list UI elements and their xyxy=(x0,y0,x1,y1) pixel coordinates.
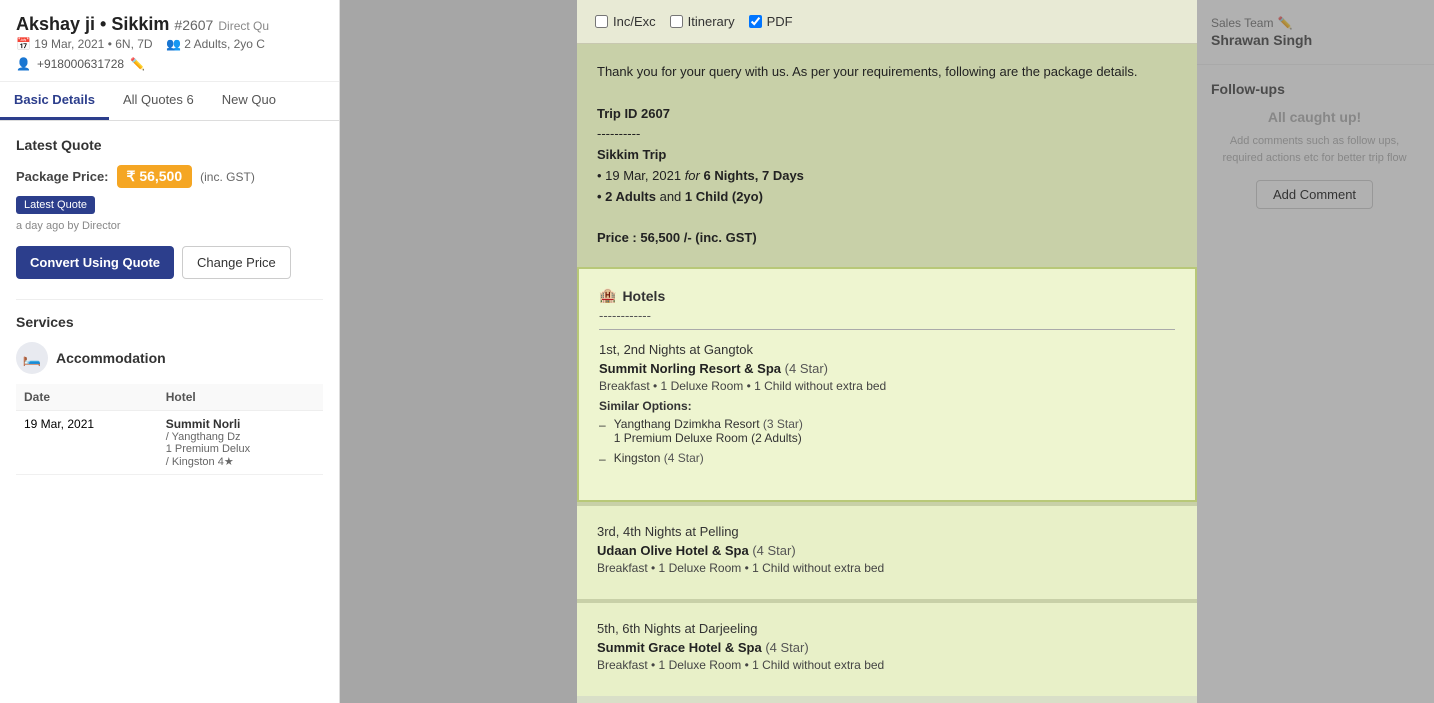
tab-new-quote[interactable]: New Quo xyxy=(208,82,290,120)
hotel-main-1: Summit Norling Resort & Spa (4 Star) xyxy=(599,361,1175,376)
meal-info-3: Breakfast • 1 Deluxe Room • 1 Child with… xyxy=(597,658,1177,672)
row-date: 19 Mar, 2021 xyxy=(16,411,158,475)
convert-using-quote-button[interactable]: Convert Using Quote xyxy=(16,246,174,279)
trip-title: Akshay ji • Sikkim xyxy=(16,14,169,34)
price-label: Package Price: xyxy=(16,169,109,184)
left-content: Latest Quote Package Price: ₹ 56,500 (in… xyxy=(0,121,339,491)
services-section: Services 🛏️ Accommodation Date Hotel xyxy=(16,299,323,475)
row-hotel: Summit Norli / Yangthang Dz 1 Premium De… xyxy=(158,411,323,475)
modal-panel: Inc/Exc Itinerary PDF xyxy=(577,0,1197,703)
intro-block: Thank you for your query with us. As per… xyxy=(577,44,1197,267)
tab-bar: Basic Details All Quotes 6 New Quo xyxy=(0,82,339,121)
inc-exc-checkbox[interactable] xyxy=(595,15,608,28)
hotel-icon: 🏨 xyxy=(599,287,616,304)
action-buttons: Convert Using Quote Change Price xyxy=(16,246,323,279)
accommodation-table: Date Hotel 19 Mar, 2021 Summit Norli / xyxy=(16,384,323,475)
tab-basic-details[interactable]: Basic Details xyxy=(0,82,109,120)
guests-icon: 👥 xyxy=(166,37,181,51)
checkbox-itinerary[interactable]: Itinerary xyxy=(670,14,735,29)
night-title-2: 3rd, 4th Nights at Pelling xyxy=(597,524,1177,539)
meal-info-2: Breakfast • 1 Deluxe Room • 1 Child with… xyxy=(597,561,1177,575)
person-icon: 👤 xyxy=(16,57,31,71)
tab-all-quotes[interactable]: All Quotes 6 xyxy=(109,82,208,120)
left-panel: Akshay ji • Sikkim #2607 Direct Qu 📅 19 … xyxy=(0,0,340,703)
accommodation-title: Accommodation xyxy=(56,350,166,366)
itinerary-checkbox[interactable] xyxy=(670,15,683,28)
hotel-group-2: 3rd, 4th Nights at Pelling Udaan Olive H… xyxy=(577,506,1197,599)
hotels-divider-text: ------------ xyxy=(599,308,1175,323)
latest-quote-title: Latest Quote xyxy=(16,137,323,153)
quote-by: a day ago by Director xyxy=(16,220,323,232)
modal-top-bar: Inc/Exc Itinerary PDF xyxy=(577,0,1197,44)
col-date: Date xyxy=(16,384,158,411)
meal-info-1: Breakfast • 1 Deluxe Room • 1 Child with… xyxy=(599,379,1175,393)
latest-quote-badge: Latest Quote xyxy=(16,196,95,214)
change-price-button[interactable]: Change Price xyxy=(182,246,291,279)
night-title-1: 1st, 2nd Nights at Gangtok xyxy=(599,342,1175,357)
alt-hotel-2: / Kingston 4★ xyxy=(166,455,315,468)
header-bar: Akshay ji • Sikkim #2607 Direct Qu 📅 19 … xyxy=(0,0,339,82)
night-title-3: 5th, 6th Nights at Darjeeling xyxy=(597,621,1177,636)
services-title: Services xyxy=(16,314,323,330)
trip-id: #2607 xyxy=(174,17,213,33)
checkbox-group: Inc/Exc Itinerary PDF xyxy=(595,14,793,29)
accommodation-table-wrapper: Date Hotel 19 Mar, 2021 Summit Norli / xyxy=(16,384,323,475)
table-row: 19 Mar, 2021 Summit Norli / Yangthang Dz… xyxy=(16,411,323,475)
similar-item-1b: – Kingston (4 Star) xyxy=(599,451,1175,466)
hotels-block: 🏨 Hotels ------------ 1st, 2nd Nights at… xyxy=(577,267,1197,502)
price-note: (inc. GST) xyxy=(200,170,255,184)
accommodation-header: 🛏️ Accommodation xyxy=(16,342,323,374)
alt-hotel-1: / Yangthang Dz 1 Premium Delux xyxy=(166,431,315,455)
calendar-icon: 📅 xyxy=(16,37,31,51)
dash-icon: – xyxy=(599,418,606,432)
accommodation-icon: 🛏️ xyxy=(16,342,48,374)
dash-icon: – xyxy=(599,452,606,466)
hotel-group-3: 5th, 6th Nights at Darjeeling Summit Gra… xyxy=(577,603,1197,696)
similar-label-1: Similar Options: xyxy=(599,399,1175,413)
phone-row: 👤 +918000631728 ✏️ xyxy=(16,57,323,71)
hotel-name: Summit Norli xyxy=(166,417,315,431)
trip-type: Direct Qu xyxy=(218,19,269,33)
checkbox-pdf[interactable]: PDF xyxy=(749,14,793,29)
price-row: Package Price: ₹ 56,500 (inc. GST) xyxy=(16,165,323,188)
intro-text: Thank you for your query with us. As per… xyxy=(597,62,1177,249)
checkbox-inc-exc[interactable]: Inc/Exc xyxy=(595,14,656,29)
col-hotel: Hotel xyxy=(158,384,323,411)
modal-overlay: Inc/Exc Itinerary PDF xyxy=(340,0,1434,703)
page-title: Akshay ji • Sikkim #2607 Direct Qu xyxy=(16,14,323,35)
similar-item-1a: – Yangthang Dzimkha Resort (3 Star) 1 Pr… xyxy=(599,417,1175,445)
trip-meta: 📅 19 Mar, 2021 • 6N, 7D 👥 2 Adults, 2yo … xyxy=(16,37,323,51)
right-area: Sales Team ✏️ Shrawan Singh Follow-ups A… xyxy=(340,0,1434,703)
hotels-title: 🏨 Hotels xyxy=(599,287,1175,304)
hotel-main-3: Summit Grace Hotel & Spa (4 Star) xyxy=(597,640,1177,655)
price-value: ₹ 56,500 xyxy=(117,165,193,188)
pdf-checkbox[interactable] xyxy=(749,15,762,28)
hotel-group-1: 1st, 2nd Nights at Gangtok Summit Norlin… xyxy=(599,342,1175,466)
edit-icon[interactable]: ✏️ xyxy=(130,57,145,71)
phone-number: +918000631728 xyxy=(37,57,124,71)
hotel-main-2: Udaan Olive Hotel & Spa (4 Star) xyxy=(597,543,1177,558)
